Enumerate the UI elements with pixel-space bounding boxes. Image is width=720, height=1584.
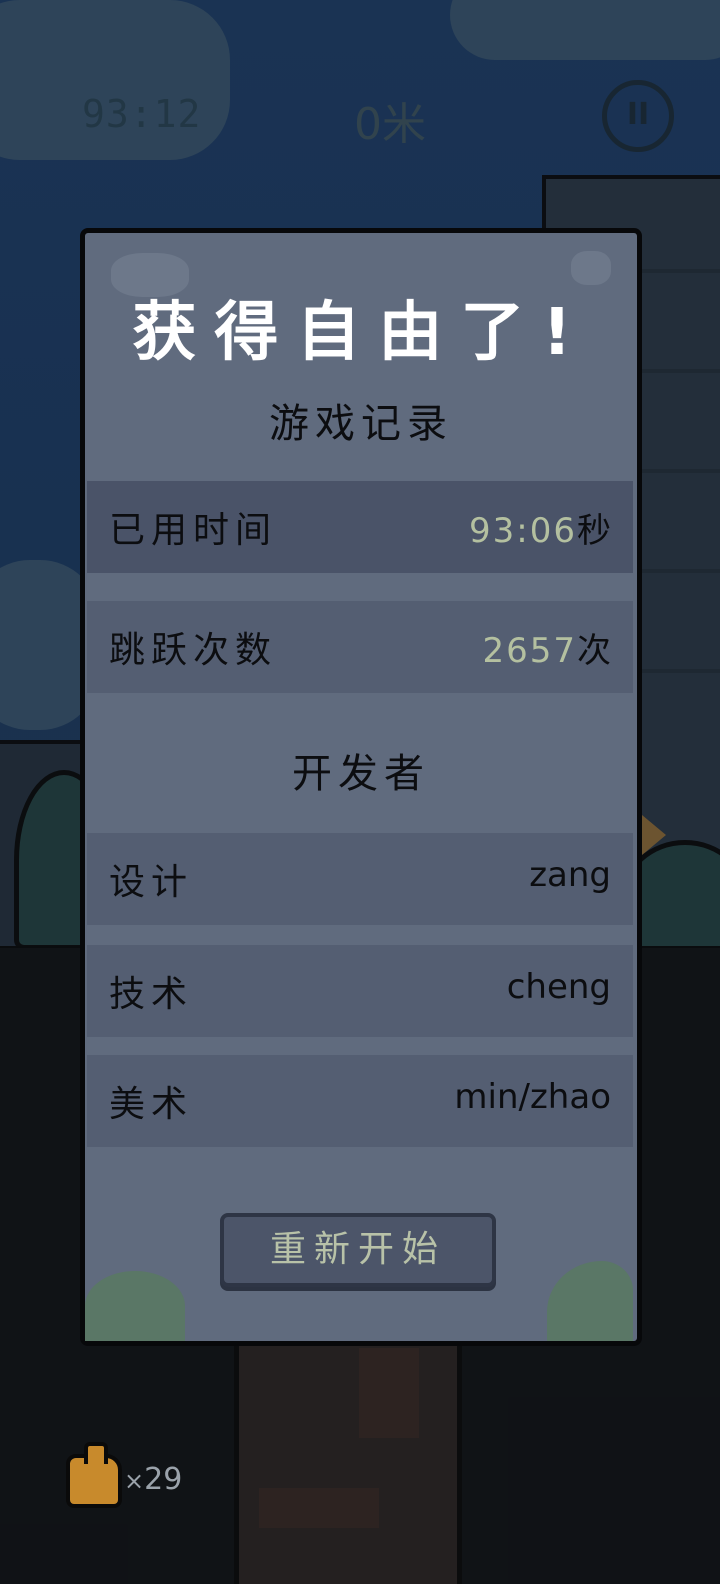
stat-row-time: 已用时间 93:06秒: [87, 481, 633, 573]
credit-row-tech: 技术 cheng: [87, 945, 633, 1037]
tree-trunk: [234, 1338, 462, 1584]
stat-row-jumps: 跳跃次数 2657次: [87, 601, 633, 693]
stat-unit: 次: [577, 631, 611, 671]
cloud: [0, 0, 230, 160]
credit-row-design: 设计 zang: [87, 833, 633, 925]
grass-decoration: [547, 1261, 633, 1341]
thumbs-up-icon: [66, 1442, 122, 1508]
stat-number: 2657: [482, 631, 577, 671]
stat-number: 93:06: [469, 511, 577, 551]
record-heading: 游戏记录: [269, 401, 453, 447]
stat-value: 93:06秒: [469, 503, 611, 552]
credit-role: 美术: [109, 1084, 194, 1125]
grass-decoration: [85, 1271, 185, 1341]
stat-label: 已用时间: [109, 510, 278, 551]
credit-role: 设计: [109, 862, 194, 903]
credit-name: cheng: [506, 967, 611, 1007]
credit-role: 技术: [109, 974, 194, 1015]
pause-button[interactable]: II: [602, 80, 674, 152]
hud-distance: 0米: [354, 99, 426, 150]
pause-icon: II: [626, 97, 650, 132]
multiply-sign: ×: [124, 1467, 145, 1495]
credit-name: min/zhao: [454, 1077, 611, 1117]
dialog-title: 获得自由了!: [132, 296, 590, 370]
stat-unit: 秒: [577, 511, 611, 551]
hud-timer: 93:12: [82, 92, 202, 136]
credit-row-art: 美术 min/zhao: [87, 1055, 633, 1147]
victory-dialog: 获得自由了! 游戏记录 已用时间 93:06秒 跳跃次数 2657次 开发者 设…: [80, 228, 642, 1346]
credit-name: zang: [529, 855, 611, 895]
item-counter: [66, 1442, 124, 1508]
cloud: [450, 0, 720, 60]
panel-decoration: [571, 251, 611, 285]
item-count-value: 29: [144, 1462, 183, 1497]
stat-value: 2657次: [482, 623, 611, 672]
stat-label: 跳跃次数: [109, 630, 278, 671]
credits-heading: 开发者: [292, 751, 430, 797]
item-count: ×29: [124, 1462, 182, 1497]
restart-button[interactable]: 重新开始: [220, 1213, 496, 1287]
